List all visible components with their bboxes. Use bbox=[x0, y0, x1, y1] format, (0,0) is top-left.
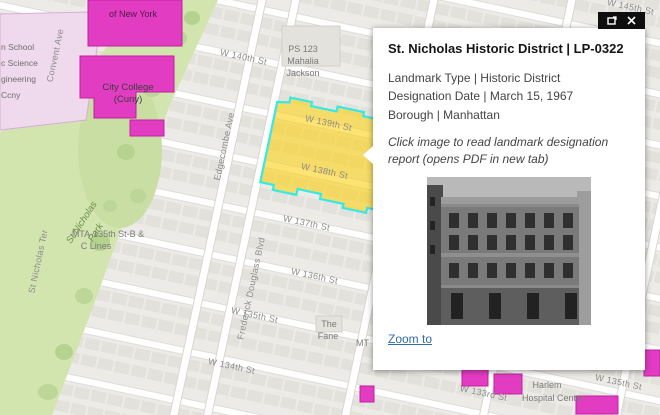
label-city-college-1: City College bbox=[102, 82, 153, 93]
popup: St. Nicholas Historic District | LP-0322… bbox=[363, 12, 645, 370]
label-fane-2: Fane bbox=[318, 331, 339, 341]
close-icon[interactable] bbox=[626, 15, 637, 26]
label-campus-frag-1: n School bbox=[1, 42, 34, 52]
label-city-college-2: (Cuny) bbox=[114, 94, 143, 105]
popup-panel: St. Nicholas Historic District | LP-0322… bbox=[363, 28, 645, 370]
popup-pointer bbox=[363, 146, 373, 164]
landmark-photo[interactable] bbox=[427, 177, 591, 326]
field-designation-date: Designation Date | March 15, 1967 bbox=[388, 89, 574, 104]
field-borough: Borough | Manhattan bbox=[388, 108, 500, 123]
label-harlem-hospital-2: Hospital Center bbox=[522, 393, 584, 403]
label-campus-frag-4: Ccny bbox=[1, 90, 21, 100]
label-campus-frag-2: c Science bbox=[1, 58, 38, 68]
field-landmark-type: Landmark Type | Historic District bbox=[388, 70, 561, 85]
label-ps123-1: PS 123 bbox=[288, 44, 318, 54]
label-campus-frag-3: gineering bbox=[1, 74, 36, 84]
popup-title: St. Nicholas Historic District | LP-0322 bbox=[388, 41, 624, 56]
label-mt-fragment: MT bbox=[356, 338, 369, 348]
label-mta-1: MTA-135th St-B & bbox=[72, 229, 144, 239]
map-app: of New York n School c Science gineering… bbox=[0, 0, 660, 415]
maximize-icon[interactable] bbox=[606, 15, 617, 26]
label-harlem-hospital-1: Harlem bbox=[532, 380, 561, 390]
label-of-new-york: of New York bbox=[109, 9, 158, 19]
zoom-to-link[interactable]: Zoom to bbox=[388, 332, 432, 346]
label-fane-1: The bbox=[321, 319, 337, 329]
popup-toolbar bbox=[598, 12, 645, 29]
label-ps123-2: Mahalia bbox=[287, 56, 319, 66]
label-mta-2: C Lines bbox=[81, 241, 112, 251]
popup-fields: Landmark Type | Historic District Design… bbox=[388, 69, 630, 125]
popup-note: Click image to read landmark designation… bbox=[388, 134, 609, 167]
label-ps123-3: Jackson bbox=[286, 68, 319, 78]
